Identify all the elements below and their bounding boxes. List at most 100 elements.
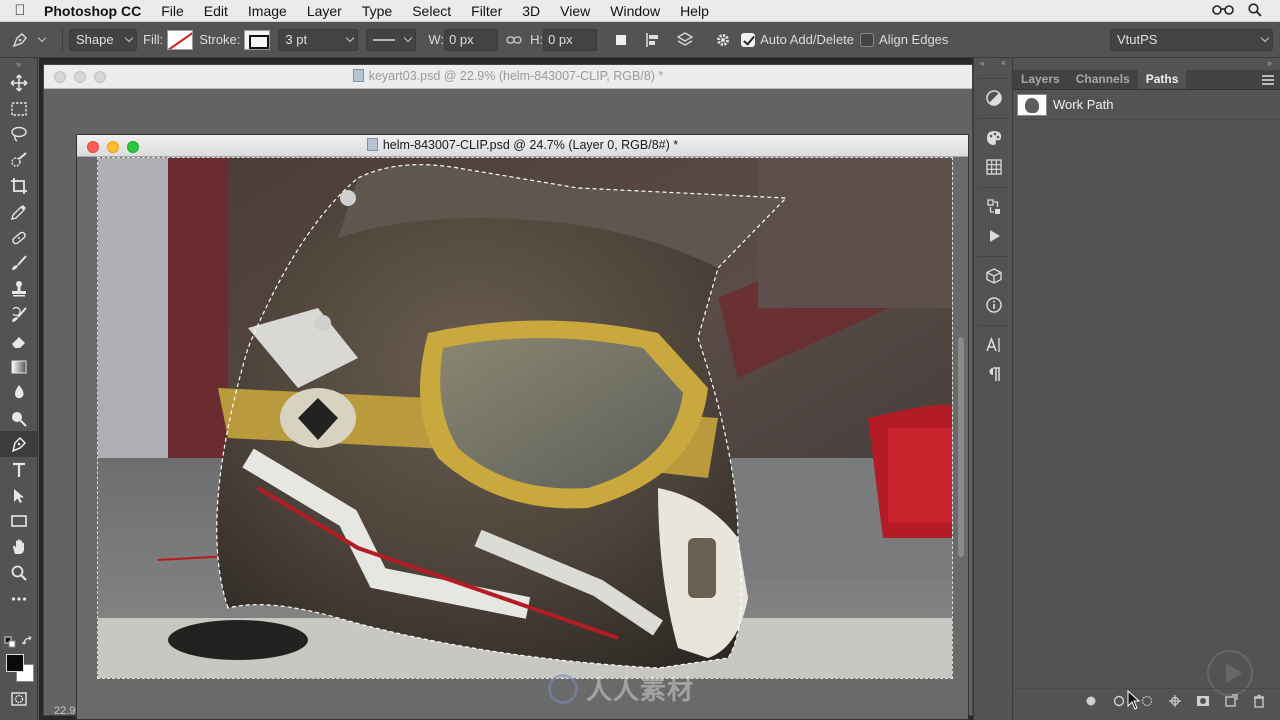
paths-panel: » Layers Channels Paths Work Path bbox=[1013, 58, 1280, 720]
tool-preset-picker[interactable] bbox=[0, 22, 56, 58]
type-tool-icon[interactable] bbox=[0, 457, 38, 483]
workspace-select[interactable]: VtutPS bbox=[1110, 28, 1273, 51]
psd-file-icon bbox=[366, 138, 378, 151]
stroke-path-icon[interactable] bbox=[1112, 694, 1126, 708]
swap-colors-icon[interactable] bbox=[22, 636, 34, 648]
document-titlebar-front[interactable]: helm-843007-CLIP.psd @ 24.7% (Layer 0, R… bbox=[77, 135, 968, 157]
menu-edit[interactable]: Edit bbox=[194, 3, 238, 19]
brush-tool-icon[interactable] bbox=[0, 251, 38, 277]
menu-help[interactable]: Help bbox=[670, 3, 719, 19]
menu-view[interactable]: View bbox=[550, 3, 600, 19]
color-swatches bbox=[4, 632, 38, 682]
quick-select-tool-icon[interactable] bbox=[0, 147, 38, 173]
fill-path-icon[interactable] bbox=[1084, 694, 1098, 708]
3d-cube-icon[interactable] bbox=[978, 261, 1010, 290]
auto-add-delete-label: Auto Add/Delete bbox=[760, 32, 855, 47]
align-edges-checkbox[interactable] bbox=[860, 32, 875, 47]
swatches-palette-icon[interactable] bbox=[978, 123, 1010, 152]
more-tools-icon[interactable] bbox=[0, 586, 38, 612]
path-selection-tool-icon[interactable] bbox=[0, 483, 38, 509]
apple-logo-icon[interactable]:  bbox=[0, 2, 40, 19]
menu-layer[interactable]: Layer bbox=[297, 3, 352, 19]
watermark: 人人素材 bbox=[548, 670, 694, 707]
gear-icon[interactable] bbox=[711, 28, 735, 52]
app-menu[interactable]: Photoshop CC bbox=[40, 3, 151, 19]
gradient-tool-icon[interactable] bbox=[0, 354, 38, 380]
watermark-logo-icon bbox=[548, 673, 578, 704]
path-operations-icon[interactable] bbox=[609, 28, 633, 52]
path-arrangement-icon[interactable] bbox=[673, 28, 697, 52]
vertical-scrollbar[interactable] bbox=[956, 159, 966, 719]
document-titlebar-back[interactable]: keyart03.psd @ 22.9% (helm-843007-CLIP, … bbox=[44, 65, 972, 89]
new-path-icon[interactable] bbox=[1224, 693, 1238, 708]
expand-panels-icon[interactable]: « bbox=[980, 58, 985, 72]
menu-filter[interactable]: Filter bbox=[461, 3, 512, 19]
height-field[interactable]: 0 px bbox=[543, 28, 598, 51]
foreground-color[interactable] bbox=[6, 654, 24, 672]
info-icon[interactable] bbox=[978, 290, 1010, 319]
eyedropper-tool-icon[interactable] bbox=[0, 199, 38, 225]
paragraph-icon[interactable] bbox=[978, 359, 1010, 388]
link-icon[interactable] bbox=[502, 28, 526, 52]
menu-window[interactable]: Window bbox=[600, 3, 670, 19]
tab-channels[interactable]: Channels bbox=[1068, 69, 1138, 89]
eraser-tool-icon[interactable] bbox=[0, 328, 38, 354]
lasso-tool-icon[interactable] bbox=[0, 122, 38, 148]
path-thumbnail bbox=[1017, 93, 1047, 116]
load-path-as-selection-icon[interactable] bbox=[1140, 694, 1154, 708]
fill-swatch[interactable] bbox=[167, 29, 194, 50]
stroke-swatch[interactable] bbox=[244, 29, 271, 50]
scrollbar-thumb[interactable] bbox=[958, 337, 964, 557]
history-icon[interactable] bbox=[978, 192, 1010, 221]
collapse-toolbar-icon[interactable]: » bbox=[0, 58, 37, 70]
grid-icon[interactable] bbox=[978, 152, 1010, 181]
glasses-icon[interactable] bbox=[1212, 3, 1234, 19]
tab-paths[interactable]: Paths bbox=[1137, 69, 1187, 89]
history-brush-tool-icon[interactable] bbox=[0, 302, 38, 328]
align-edges-label: Align Edges bbox=[879, 32, 949, 47]
zoom-level[interactable]: 22.9 bbox=[54, 705, 75, 717]
menu-select[interactable]: Select bbox=[402, 3, 461, 19]
close-dock-icon[interactable]: × bbox=[1001, 58, 1006, 72]
default-colors-icon[interactable] bbox=[4, 636, 16, 648]
document-window-front[interactable]: helm-843007-CLIP.psd @ 24.7% (Layer 0, R… bbox=[76, 134, 969, 720]
delete-path-trash-icon[interactable] bbox=[1252, 694, 1266, 708]
actions-play-icon[interactable] bbox=[978, 221, 1010, 250]
tab-layers[interactable]: Layers bbox=[1013, 69, 1068, 89]
healing-brush-tool-icon[interactable] bbox=[0, 225, 38, 251]
mode-select[interactable]: Shape bbox=[69, 28, 137, 51]
tools-panel: » bbox=[0, 58, 38, 720]
stroke-type-select[interactable] bbox=[366, 28, 417, 51]
auto-add-delete-checkbox[interactable] bbox=[741, 32, 756, 47]
chevron-down-icon bbox=[346, 33, 355, 42]
width-field[interactable]: 0 px bbox=[444, 28, 499, 51]
path-alignment-icon[interactable] bbox=[641, 28, 665, 52]
rectangle-tool-icon[interactable] bbox=[0, 509, 38, 535]
path-row-work-path[interactable]: Work Path bbox=[1013, 90, 1280, 120]
spotlight-search-icon[interactable] bbox=[1248, 2, 1262, 20]
collapse-panel-icon[interactable]: » bbox=[1267, 58, 1272, 68]
dodge-tool-icon[interactable] bbox=[0, 405, 38, 431]
helmet-photo bbox=[98, 158, 952, 678]
move-tool-icon[interactable] bbox=[0, 70, 38, 96]
adjustments-icon[interactable] bbox=[978, 83, 1010, 112]
crop-tool-icon[interactable] bbox=[0, 173, 38, 199]
panel-menu-icon[interactable] bbox=[1262, 75, 1274, 87]
clone-stamp-tool-icon[interactable] bbox=[0, 276, 38, 302]
menu-type[interactable]: Type bbox=[352, 3, 402, 19]
marquee-tool-icon[interactable] bbox=[0, 96, 38, 122]
add-mask-icon[interactable] bbox=[1196, 694, 1210, 708]
stroke-width-select[interactable]: 3 pt bbox=[278, 28, 359, 51]
menu-image[interactable]: Image bbox=[238, 3, 297, 19]
blur-tool-icon[interactable] bbox=[0, 380, 38, 406]
zoom-tool-icon[interactable] bbox=[0, 560, 38, 586]
menu-file[interactable]: File bbox=[151, 3, 194, 19]
stroke-width-value: 3 pt bbox=[285, 32, 308, 47]
image-canvas[interactable] bbox=[97, 157, 953, 679]
pen-tool-icon[interactable] bbox=[0, 431, 38, 457]
menu-3d[interactable]: 3D bbox=[512, 3, 550, 19]
character-icon[interactable] bbox=[978, 330, 1010, 359]
quick-mask-icon[interactable] bbox=[0, 686, 38, 712]
make-work-path-icon[interactable] bbox=[1168, 694, 1182, 708]
hand-tool-icon[interactable] bbox=[0, 534, 38, 560]
